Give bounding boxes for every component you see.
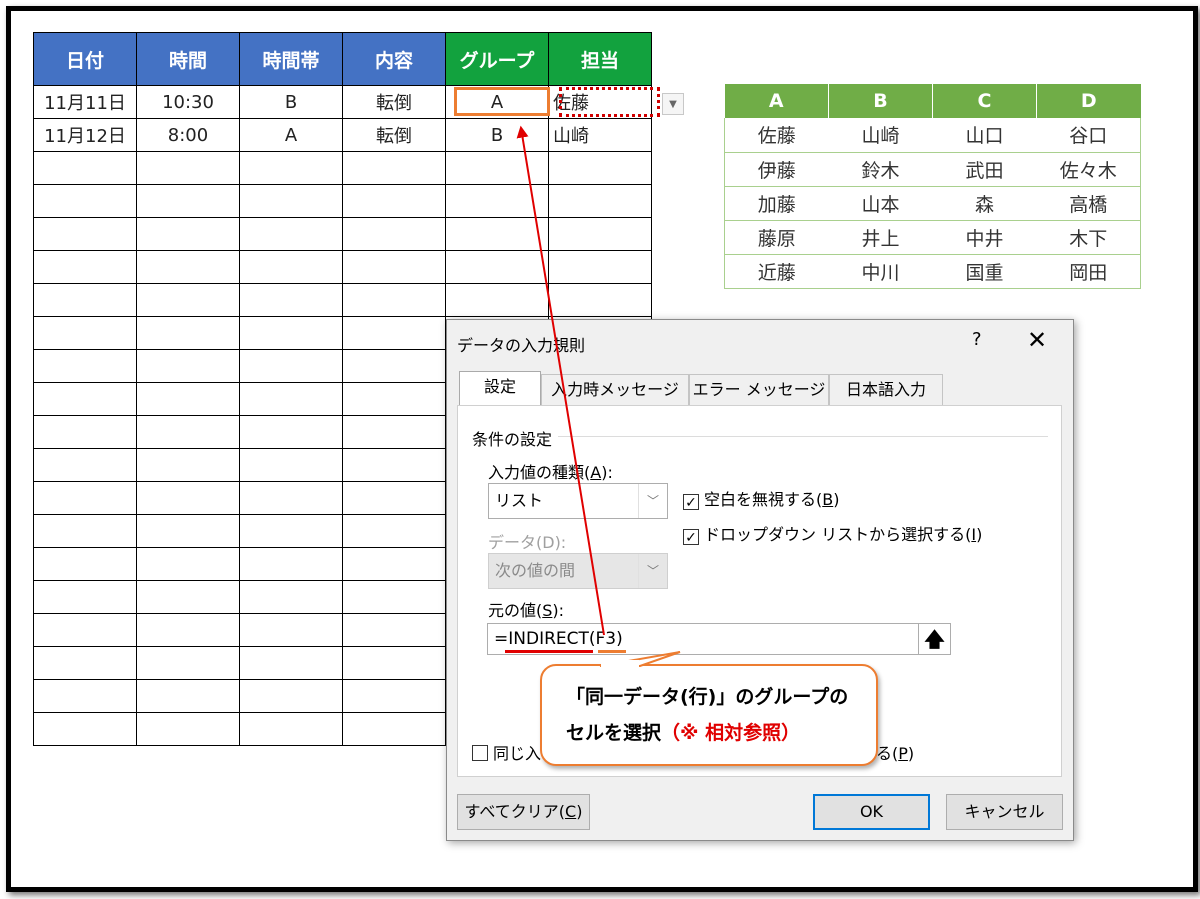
callout-pointer-mask	[601, 660, 639, 669]
arrow-to-group-cell	[516, 125, 605, 636]
annotation-overlay	[516, 125, 681, 669]
